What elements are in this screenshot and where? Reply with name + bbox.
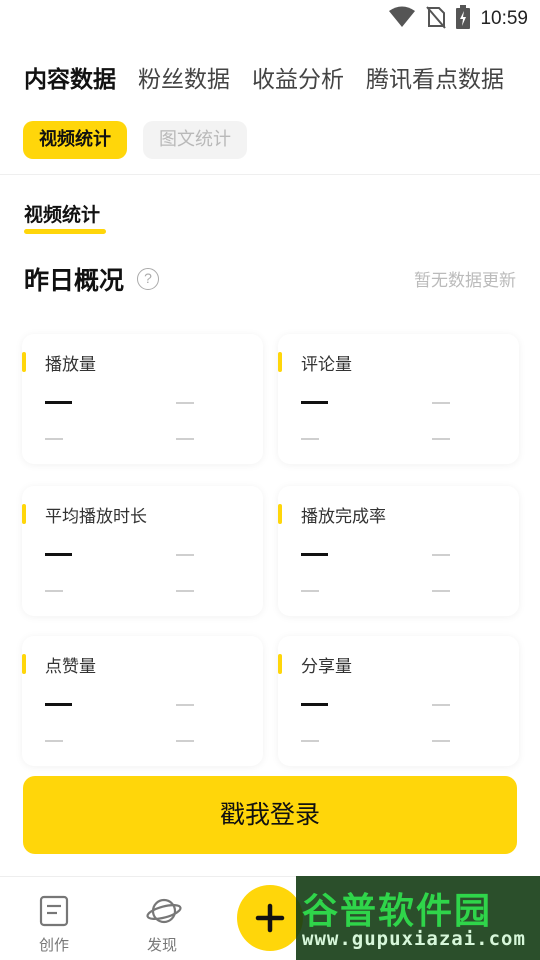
stat-card-comment-count: 评论量	[278, 334, 519, 464]
tab-content-data[interactable]: 内容数据	[24, 60, 116, 94]
stat-sub-placeholder	[45, 590, 63, 592]
battery-charging-icon	[456, 5, 471, 33]
stat-card-play-count: 播放量	[22, 334, 263, 464]
planet-icon	[146, 895, 182, 927]
stat-change-placeholder	[176, 402, 194, 404]
stat-sub-placeholder	[432, 590, 450, 592]
no-sim-icon	[426, 5, 447, 33]
watermark-text: 谷普软件园	[302, 891, 493, 932]
stat-sub-placeholder	[301, 740, 319, 742]
stat-value-placeholder	[301, 703, 328, 706]
login-button[interactable]: 戳我登录	[23, 776, 517, 854]
stat-sub-placeholder	[45, 740, 63, 742]
document-icon	[38, 895, 70, 927]
stat-card-completion-rate: 播放完成率	[278, 486, 519, 616]
watermark: 谷普软件园 www.gupuxiazai.com	[296, 876, 540, 960]
stat-change-placeholder	[432, 402, 450, 404]
stat-sub-placeholder	[432, 740, 450, 742]
wifi-icon	[388, 5, 416, 33]
stat-change-placeholder	[432, 554, 450, 556]
status-time: 10:59	[480, 8, 528, 29]
card-accent-bar	[22, 654, 26, 674]
stat-sub-placeholder	[301, 590, 319, 592]
nav-label: 创作	[38, 936, 69, 954]
update-status: 暂无数据更新	[414, 271, 516, 291]
card-accent-bar	[22, 504, 26, 524]
sub-tab-bar: 视频统计 图文统计	[23, 121, 247, 159]
stat-value-placeholder	[301, 401, 328, 404]
tab-fans-data[interactable]: 粉丝数据	[138, 60, 230, 94]
stat-card-like-count: 点赞量	[22, 636, 263, 766]
card-accent-bar	[278, 352, 282, 372]
stat-value-placeholder	[45, 401, 72, 404]
stat-change-placeholder	[176, 704, 194, 706]
status-icons: 10:59	[388, 5, 528, 33]
stat-sub-placeholder	[45, 438, 63, 440]
tab-tencent-kandian-data[interactable]: 腾讯看点数据	[366, 60, 504, 94]
stat-sub-placeholder	[432, 438, 450, 440]
plus-icon	[237, 903, 303, 955]
stat-value-placeholder	[45, 703, 72, 706]
app-screen: 10:59 内容数据 粉丝数据 收益分析 腾讯看点数据 视频统计 图文统计 视频…	[0, 0, 540, 960]
card-accent-bar	[22, 352, 26, 372]
stat-sub-placeholder	[176, 590, 194, 592]
overview-title: 昨日概况	[24, 266, 125, 295]
stat-change-placeholder	[176, 554, 194, 556]
add-button[interactable]	[237, 885, 303, 951]
stat-label: 点赞量	[45, 657, 96, 677]
help-icon[interactable]: ?	[137, 268, 159, 290]
stat-label: 平均播放时长	[45, 507, 147, 527]
subtab-video-stats[interactable]: 视频统计	[23, 121, 127, 159]
stat-card-share-count: 分享量	[278, 636, 519, 766]
stat-value-placeholder	[45, 553, 72, 556]
stat-change-placeholder	[432, 704, 450, 706]
stat-label: 评论量	[301, 355, 352, 375]
stat-label: 播放完成率	[301, 507, 386, 527]
stat-label: 播放量	[45, 355, 96, 375]
card-accent-bar	[278, 504, 282, 524]
stat-value-placeholder	[301, 553, 328, 556]
card-accent-bar	[278, 654, 282, 674]
nav-label: 发现	[146, 936, 177, 954]
watermark-url: www.gupuxiazai.com	[302, 928, 526, 950]
tab-income-analysis[interactable]: 收益分析	[252, 60, 344, 94]
subtab-article-stats[interactable]: 图文统计	[143, 121, 247, 159]
stat-sub-placeholder	[301, 438, 319, 440]
stat-label: 分享量	[301, 657, 352, 677]
stat-sub-placeholder	[176, 740, 194, 742]
top-tab-bar: 内容数据 粉丝数据 收益分析 腾讯看点数据	[24, 60, 504, 94]
stat-sub-placeholder	[176, 438, 194, 440]
status-bar: 10:59	[0, 0, 540, 36]
divider	[0, 174, 540, 175]
section-tab-underline	[24, 229, 106, 234]
stat-card-avg-play-duration: 平均播放时长	[22, 486, 263, 616]
section-tab-video-stats[interactable]: 视频统计	[24, 200, 100, 227]
